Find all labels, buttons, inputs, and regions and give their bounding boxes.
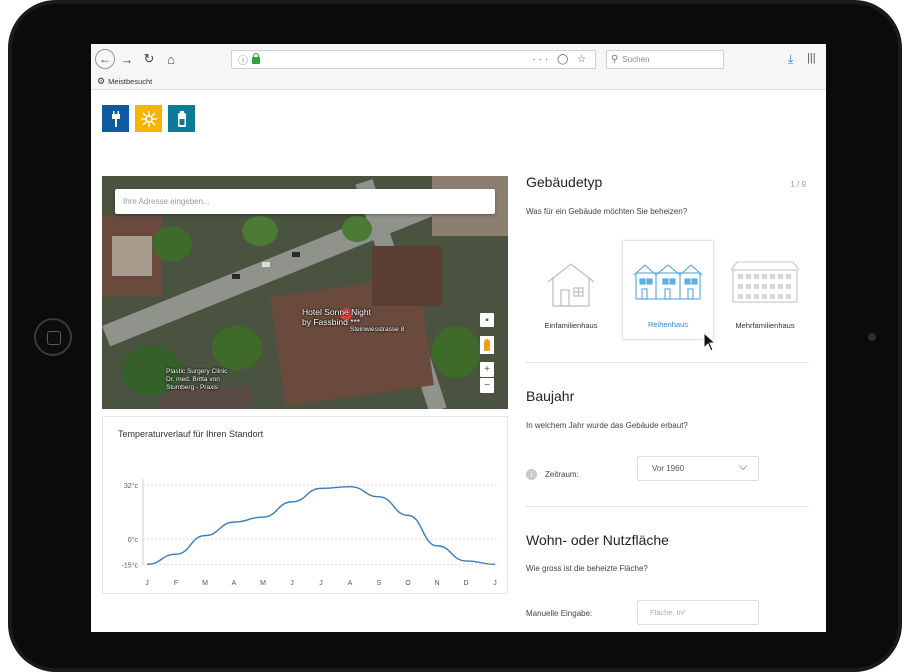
map-tree (432, 326, 480, 378)
back-arrow-icon[interactable]: ← (95, 49, 115, 69)
period-value: Vor 1960 (652, 464, 685, 473)
sun-icon[interactable] (135, 105, 162, 132)
step-counter: 1 / 9 (790, 180, 806, 189)
construction-year-question: In welchem Jahr wurde das Gebäude erbaut… (526, 421, 688, 430)
building-type-question: Was für ein Gebäude möchten Sie beheizen… (526, 207, 688, 216)
x-tick-label: J (290, 580, 294, 587)
manual-entry-label: Manuelle Eingabe: (526, 609, 593, 618)
app-tiles (102, 105, 195, 132)
pegman-icon[interactable] (480, 336, 494, 354)
temperature-line (146, 485, 496, 566)
plug-icon[interactable] (102, 105, 129, 132)
apartment-building-icon (730, 261, 800, 303)
screen: ← → ↻ ⌂ ⓘ ··· ◯ ☆ ⚲ Suchen ⤓ ||| ⚙ Meist… (91, 44, 826, 632)
map-poi-label-2: Dr. med. Britta von (166, 376, 220, 383)
map-hotel-label: Hotel Sonne Night by Fassbind *** (302, 307, 371, 327)
temperature-chart: 32°c 0°c -15°c J F M A M J J A S O N D J (122, 479, 499, 587)
front-camera (868, 333, 876, 341)
x-tick-label: D (463, 580, 468, 587)
section-divider (526, 362, 809, 363)
living-area-question: Wie gross ist die beheizte Fläche? (526, 564, 648, 573)
option-apartment-building[interactable]: Mehrfamilienhaus (719, 240, 811, 340)
x-tick-label: A (232, 580, 237, 587)
x-tick-label: J (319, 580, 323, 587)
single-family-house-icon (547, 263, 595, 307)
chevron-down-icon (738, 461, 748, 471)
y-tick-label: 0°c (128, 536, 139, 544)
zoom-in-button[interactable]: + (480, 362, 494, 377)
battery-icon[interactable] (168, 105, 195, 132)
section-divider (526, 506, 809, 507)
row-house-icon (633, 264, 703, 300)
map-poi-label-3: Stumberg - Praxis (166, 384, 219, 391)
x-tick-label: O (405, 580, 411, 587)
period-select[interactable]: Vor 1960 (637, 456, 759, 481)
map-street-label: Steinwiesstrasse 8 (350, 326, 405, 333)
map-car (232, 274, 240, 279)
map-tree (212, 326, 262, 370)
bookmark-most-visited[interactable]: Meistbesucht (108, 77, 152, 86)
x-tick-label: M (202, 580, 208, 587)
zoom-out-button[interactable]: − (480, 378, 494, 393)
map-hotel-label-1: Hotel Sonne Night (302, 307, 371, 317)
map-poi-label: Plastic Surgery Clinic Dr. med. Britta v… (166, 368, 227, 392)
option-single-family-house[interactable]: Einfamilienhaus (525, 240, 617, 340)
option-label: Einfamilienhaus (544, 321, 598, 330)
address-search-input[interactable]: Ihre Adresse eingeben... (115, 189, 495, 214)
map-tree (152, 226, 192, 262)
gear-icon: ⚙ (97, 76, 106, 86)
period-label: Zeitraum: (545, 470, 579, 479)
info-icon[interactable]: ⓘ (238, 52, 248, 67)
forward-arrow-icon[interactable]: → (117, 49, 137, 69)
map-tree (342, 216, 372, 242)
map-car (262, 262, 270, 267)
x-tick-label: J (145, 580, 149, 587)
x-tick-label: J (493, 580, 497, 587)
area-input[interactable]: Fläche, m² (637, 600, 759, 625)
map-type-toggle[interactable]: ▪ (480, 313, 494, 327)
x-tick-label: A (348, 580, 353, 587)
temperature-card: Temperaturverlauf für Ihren Standort 32°… (102, 416, 508, 594)
construction-year-title: Baujahr (526, 388, 575, 404)
y-tick-label: 32°c (124, 482, 139, 490)
satellite-map[interactable]: Ihre Adresse eingeben... Hotel Sonne Nig… (102, 176, 508, 409)
area-placeholder: Fläche, m² (650, 608, 686, 617)
map-car (292, 252, 300, 257)
map-roof (112, 236, 152, 276)
address-placeholder: Ihre Adresse eingeben... (123, 197, 210, 206)
x-tick-label: N (434, 580, 439, 587)
y-tick-label: -15°c (122, 561, 139, 569)
x-tick-label: F (174, 580, 178, 587)
map-tree (242, 216, 278, 246)
mouse-cursor-icon (703, 332, 717, 352)
x-tick-label: M (260, 580, 266, 587)
map-building (372, 246, 442, 306)
info-icon[interactable]: i (526, 469, 537, 480)
building-type-title: Gebäudetyp (526, 174, 603, 190)
living-area-title: Wohn- oder Nutzfläche (526, 532, 669, 548)
x-tick-label: S (377, 580, 382, 587)
option-row-house[interactable]: Reihenhaus (622, 240, 714, 340)
home-icon[interactable]: ⌂ (161, 49, 181, 69)
configurator-panel: Gebäudetyp 1 / 9 Was für ein Gebäude möc… (523, 44, 818, 632)
option-label: Mehrfamilienhaus (735, 321, 795, 330)
lock-icon (252, 53, 260, 64)
reload-icon[interactable]: ↻ (139, 49, 159, 69)
option-label: Reihenhaus (647, 320, 689, 329)
map-poi-label-1: Plastic Surgery Clinic (166, 368, 228, 375)
home-button[interactable] (34, 318, 72, 356)
